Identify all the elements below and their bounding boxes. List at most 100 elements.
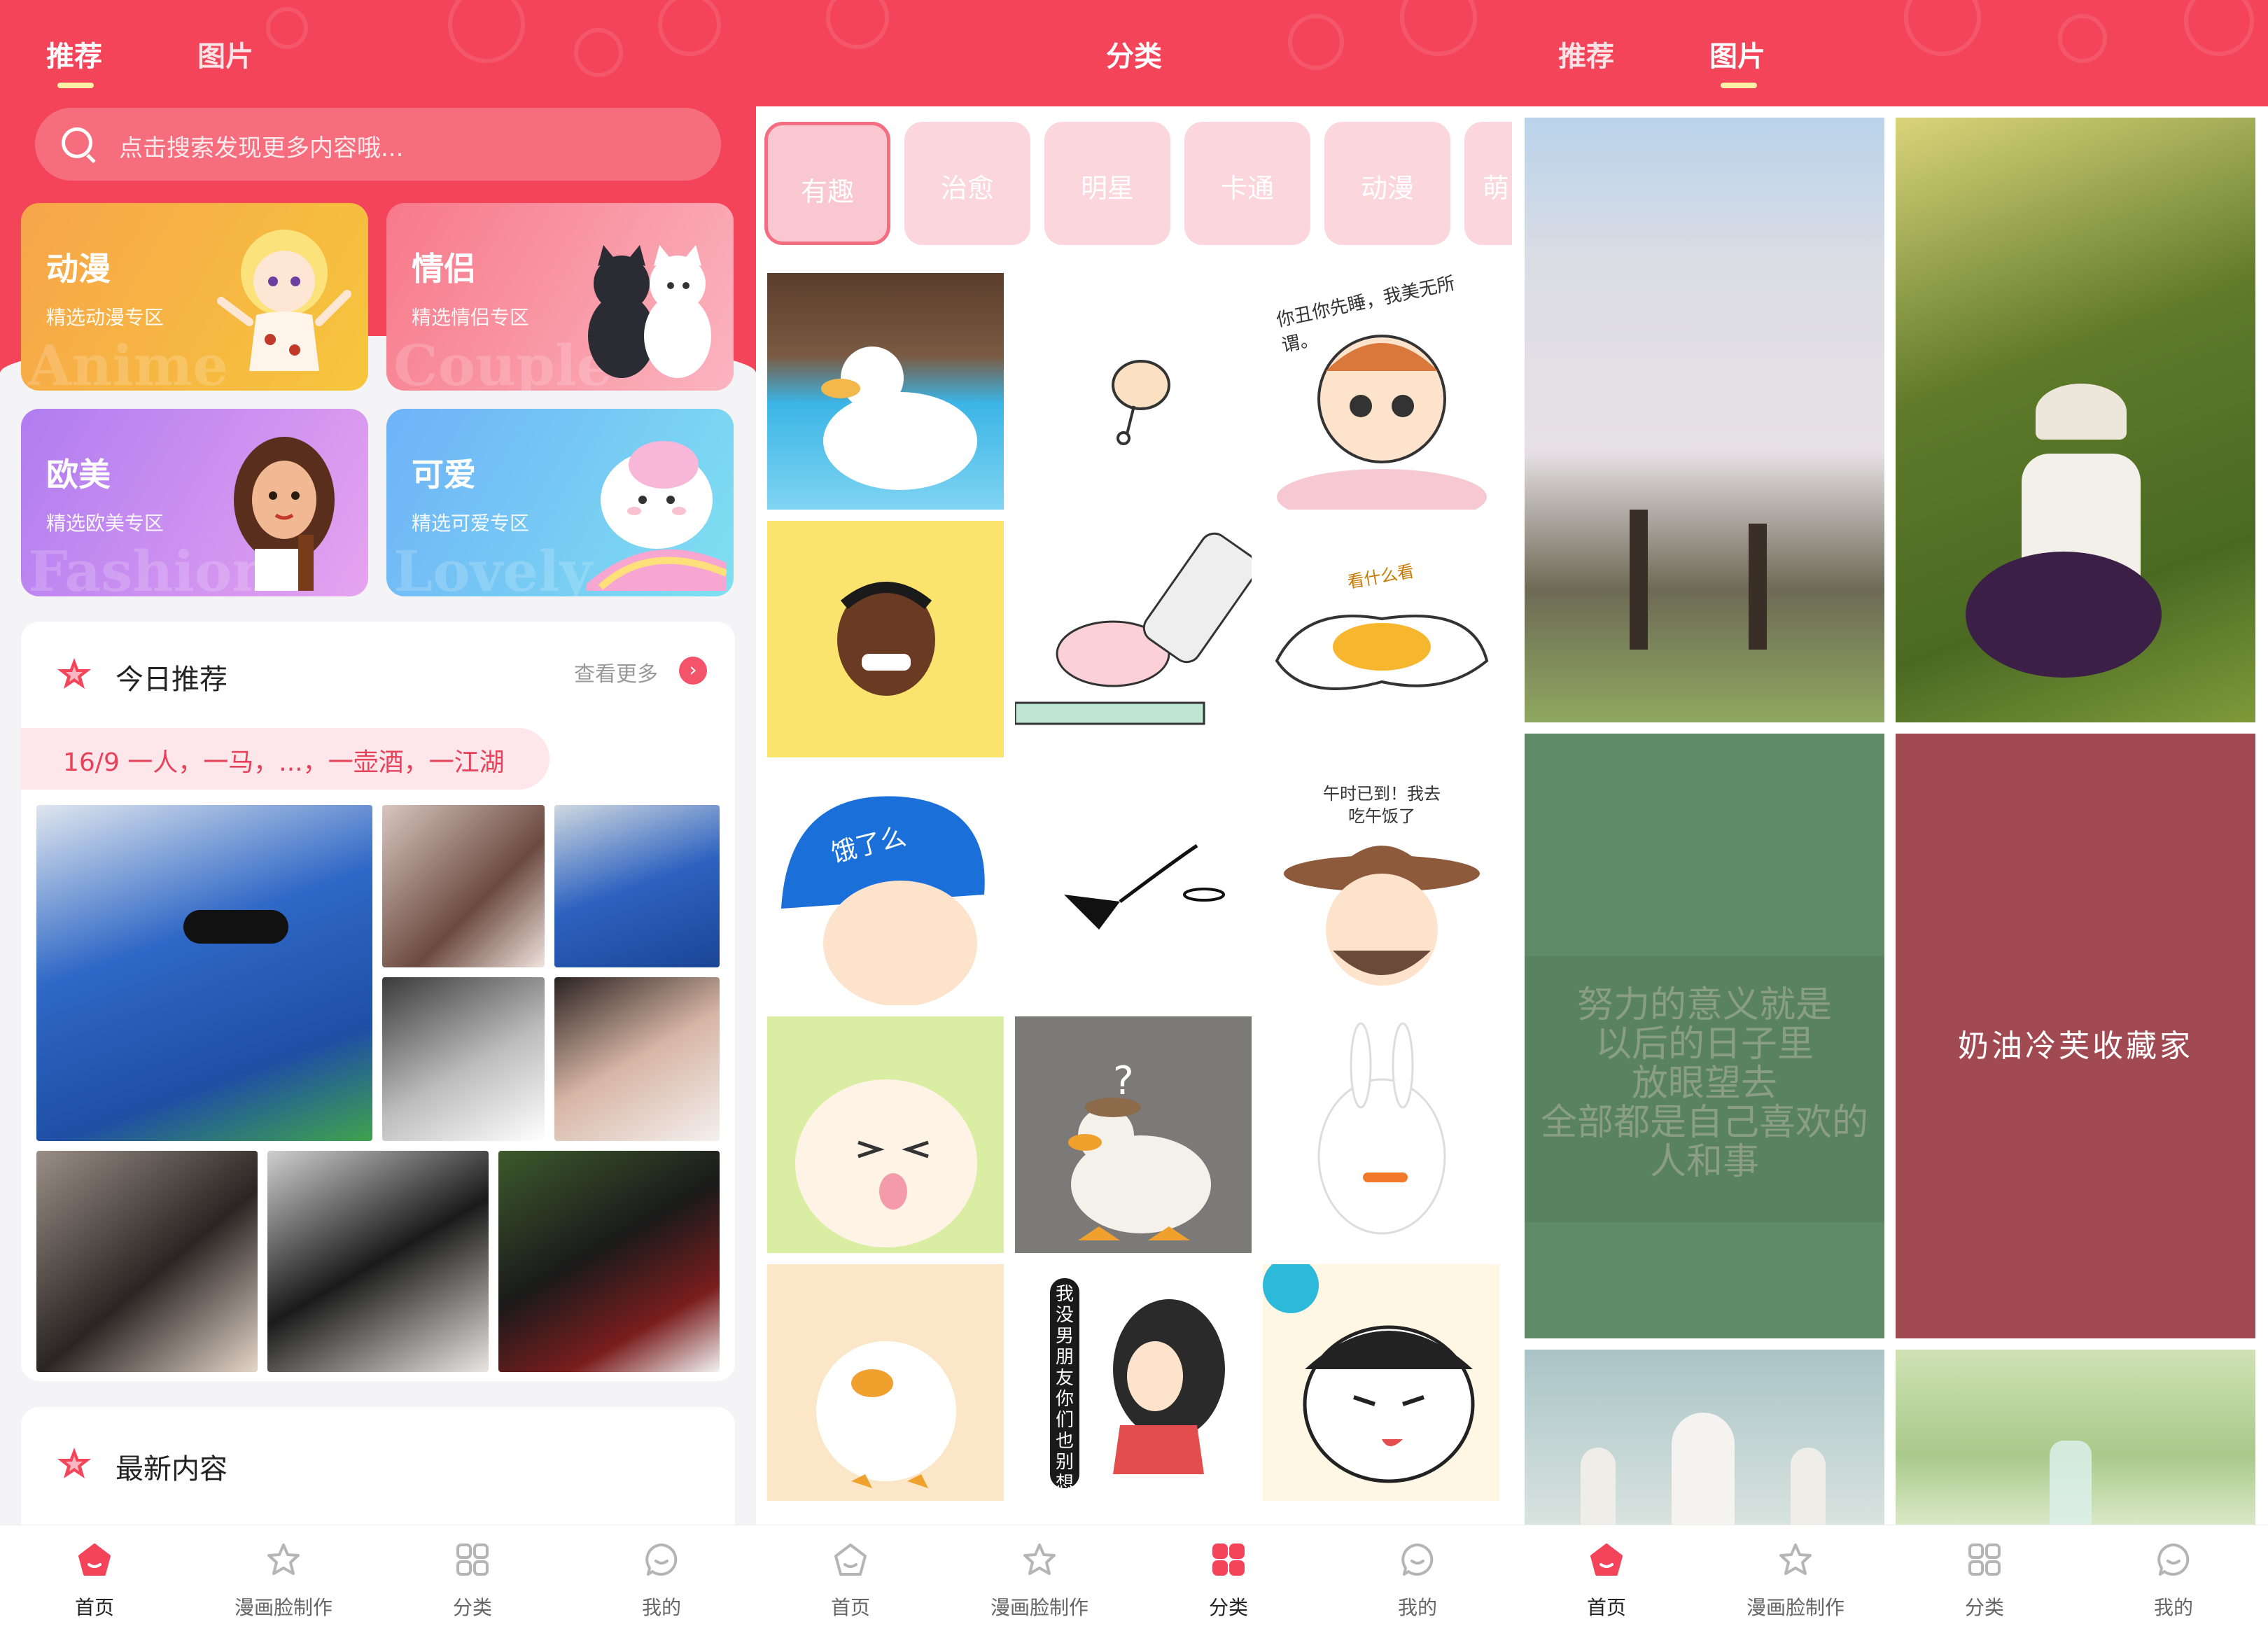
cats-couple-illustration	[588, 245, 711, 378]
sticker-fluffy-duck[interactable]	[767, 1264, 1004, 1501]
couple-photo[interactable]	[554, 977, 720, 1141]
wallpaper-cherry-blossom[interactable]	[1525, 118, 1884, 722]
star-icon	[57, 1448, 91, 1478]
star-icon	[1778, 1542, 1813, 1577]
couple-photo[interactable]	[382, 977, 545, 1141]
tab-pictures[interactable]: 图片	[1709, 34, 1765, 74]
tab-recommend[interactable]: 推荐	[1558, 34, 1614, 74]
nav-item-star[interactable]: 漫画脸制作	[1701, 1525, 1890, 1631]
sticker-duck-pool[interactable]	[767, 273, 1004, 510]
nav-label: 我的	[2153, 1596, 2193, 1619]
sticker-plush-duck[interactable]: ?	[1015, 1016, 1252, 1253]
anime-girl-illustration	[217, 230, 351, 371]
sticker-round-face-boy[interactable]	[1263, 1264, 1499, 1501]
tab-recommend[interactable]: 推荐	[46, 34, 102, 74]
section-title: 最新内容	[115, 1453, 227, 1485]
wallpaper-green-quote[interactable]: 努力的意义就是 以后的日子里 放眼望去 全部都是自己喜欢的 人和事	[1525, 734, 1884, 1338]
nav-item-home[interactable]: 首页	[0, 1525, 189, 1631]
search-placeholder: 点击搜索发现更多内容哦...	[119, 134, 404, 162]
quote-text: 奶油冷芙收藏家	[1958, 1028, 2193, 1064]
category-card-couple[interactable]: Couple 情侣 精选情侣专区	[386, 203, 734, 391]
nav-item-grid[interactable]: 分类	[1134, 1525, 1323, 1631]
wallpaper-red-quote[interactable]: 奶油冷芙收藏家	[1896, 734, 2255, 1338]
nav-label: 首页	[830, 1596, 870, 1619]
couple-photo[interactable]	[554, 805, 720, 967]
couple-photo[interactable]	[36, 805, 372, 1141]
header-bar	[1512, 0, 2268, 106]
nav-item-smile[interactable]: 我的	[2079, 1525, 2268, 1631]
date-quote-text: 16/9 一人，一马，...，一壶酒，一江湖	[63, 748, 505, 777]
western-girl-illustration	[234, 437, 335, 591]
bottom-nav: 首页 漫画脸制作 分类 我的	[1512, 1525, 2268, 1631]
nav-item-smile[interactable]: 我的	[1323, 1525, 1512, 1631]
chip-label: 明星	[1080, 173, 1134, 204]
nav-label: 分类	[1208, 1596, 1248, 1619]
today-recommend-card: 今日推荐 查看更多 › 16/9 一人，一马，...，一壶酒，一江湖	[21, 622, 735, 1381]
sticker-girl-vertical-text[interactable]: 我没男朋友你们也别想有	[1015, 1264, 1252, 1501]
chip-healing[interactable]: 治愈	[904, 122, 1030, 245]
chip-funny[interactable]: 有趣	[764, 122, 890, 245]
sticker-rabbit-carrot[interactable]	[1263, 1016, 1499, 1253]
chip-anime[interactable]: 动漫	[1324, 122, 1450, 245]
grid-icon	[1211, 1542, 1246, 1577]
chip-cartoon[interactable]: 卡通	[1184, 122, 1310, 245]
nav-item-star[interactable]: 漫画脸制作	[189, 1525, 378, 1631]
sticker-delivery-helmet[interactable]: 饿了么	[767, 769, 1004, 1005]
nav-item-grid[interactable]: 分类	[1890, 1525, 2079, 1631]
category-subtitle: 精选情侣专区	[412, 306, 530, 329]
tab-pictures[interactable]: 图片	[197, 34, 253, 74]
category-title: 欧美	[46, 456, 111, 493]
chevron-right-icon[interactable]: ›	[679, 657, 707, 685]
nav-label: 漫画脸制作	[990, 1596, 1088, 1619]
couple-photo[interactable]	[36, 1151, 258, 1372]
category-card-western[interactable]: Fashion 欧美 精选欧美专区	[21, 409, 368, 596]
star-icon	[266, 1542, 301, 1577]
couple-photo[interactable]	[382, 805, 545, 967]
nav-label: 首页	[74, 1596, 114, 1619]
nav-item-home[interactable]: 首页	[1512, 1525, 1701, 1631]
nav-item-smile[interactable]: 我的	[567, 1525, 756, 1631]
unicorn-illustration	[587, 441, 727, 591]
couple-photo[interactable]	[498, 1151, 720, 1372]
smile-icon	[1400, 1542, 1435, 1577]
sticker-flying-doodle[interactable]	[1015, 769, 1252, 1005]
sticker-caption: 我没男朋友你们也别想有	[1050, 1278, 1079, 1501]
see-more-link[interactable]: 查看更多	[574, 657, 658, 687]
nav-label: 漫画脸制作	[234, 1596, 332, 1619]
home-icon	[1589, 1542, 1624, 1577]
chip-label: 治愈	[940, 173, 994, 204]
chip-star[interactable]: 明星	[1044, 122, 1170, 245]
sticker-laughing-man[interactable]	[767, 521, 1004, 757]
couple-photo[interactable]	[267, 1151, 489, 1372]
chip-label: 萌	[1482, 173, 1509, 204]
wallpaper-church-domes[interactable]	[1525, 1350, 1884, 1525]
chip-label: 动漫	[1360, 173, 1414, 204]
bottom-nav: 首页 漫画脸制作 分类 我的	[756, 1525, 1512, 1631]
category-subtitle: 精选可爱专区	[412, 512, 530, 535]
sticker-anime-tongue[interactable]	[767, 1016, 1004, 1253]
sticker-chicken-leg[interactable]	[1015, 273, 1252, 510]
home-screen: 推荐 图片 点击搜索发现更多内容哦... Anime 动漫 精选动漫专区 Cou…	[0, 0, 756, 1631]
nav-item-star[interactable]: 漫画脸制作	[945, 1525, 1134, 1631]
sticker-sleepy-girl[interactable]: 你丑你先睡，我美无所谓。	[1263, 273, 1499, 510]
card-watermark: Anime	[28, 332, 229, 391]
nav-item-home[interactable]: 首页	[756, 1525, 945, 1631]
nav-label: 我的	[1397, 1596, 1437, 1619]
sticker-pig-toothpaste[interactable]	[1015, 521, 1252, 757]
search-bar[interactable]: 点击搜索发现更多内容哦...	[35, 108, 721, 181]
category-card-anime[interactable]: Anime 动漫 精选动漫专区	[21, 203, 368, 391]
sticker-caption: 午时已到！我去吃午饭了	[1323, 784, 1441, 826]
wallpaper-green-bottle[interactable]	[1896, 1350, 2255, 1525]
sticker-cowboy-lunch[interactable]: 午时已到！我去吃午饭了	[1263, 769, 1499, 1005]
grid-icon	[455, 1542, 490, 1577]
wallpaper-girl-in-field[interactable]	[1896, 118, 2255, 722]
chip-cute[interactable]: 萌	[1464, 122, 1512, 245]
nav-item-grid[interactable]: 分类	[378, 1525, 567, 1631]
category-card-cute[interactable]: Lovely 可爱 精选可爱专区	[386, 409, 734, 596]
category-title: 情侣	[412, 250, 476, 288]
card-watermark: Lovely	[393, 538, 592, 596]
sticker-egg-yolk[interactable]: 看什么看	[1263, 521, 1499, 757]
smile-icon	[644, 1542, 679, 1577]
pictures-screen: 推荐 图片 努力的意义就是 以后的日子里 放眼望去 全部都是自己喜欢的 人和事 …	[1512, 0, 2268, 1631]
nav-label: 分类	[452, 1596, 492, 1619]
